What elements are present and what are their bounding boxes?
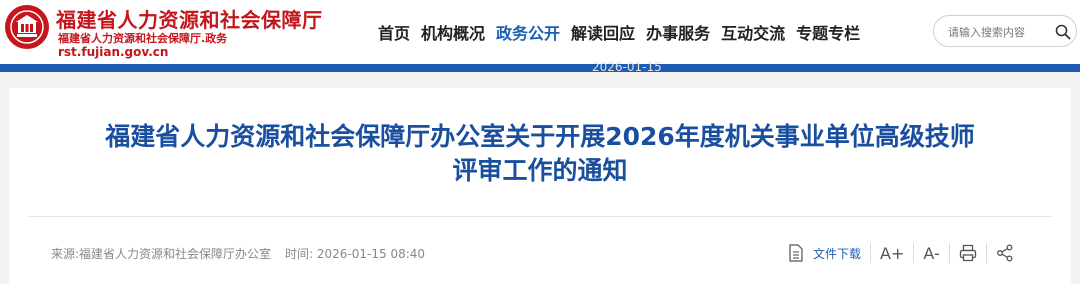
site-header: 福建省人力资源和社会保障厅 福建省人力资源和社会保障厅.政务 rst.fujia… bbox=[0, 0, 1080, 66]
file-icon bbox=[789, 244, 803, 262]
nav-item-services[interactable]: 办事服务 bbox=[646, 20, 710, 44]
print-icon bbox=[959, 244, 976, 262]
font-increase-icon: A+ bbox=[880, 243, 905, 263]
font-decrease-icon: A- bbox=[923, 243, 940, 263]
main-nav: 首页 机构概况 政务公开 解读回应 办事服务 互动交流 专题专栏 bbox=[378, 20, 871, 44]
article-title: 福建省人力资源和社会保障厅办公室关于开展2026年度机关事业单位高级技师 评审工… bbox=[9, 120, 1071, 188]
download-label: 文件下载 bbox=[813, 246, 862, 261]
share-icon bbox=[996, 244, 1013, 262]
article-title-line-1: 福建省人力资源和社会保障厅办公室关于开展2026年度机关事业单位高级技师 bbox=[105, 122, 975, 151]
nav-item-interpretation[interactable]: 解读回应 bbox=[571, 20, 635, 44]
nav-item-government-affairs[interactable]: 政务公开 bbox=[496, 20, 560, 44]
nav-item-about[interactable]: 机构概况 bbox=[421, 20, 485, 44]
site-domain: rst.fujian.gov.cn bbox=[58, 45, 169, 59]
article-meta: 来源:福建省人力资源和社会保障厅办公室 时间: 2026-01-15 08:40 bbox=[51, 245, 425, 262]
article-title-line-2: 评审工作的通知 bbox=[452, 156, 628, 185]
print-button[interactable] bbox=[959, 244, 977, 262]
tool-separator bbox=[913, 243, 915, 263]
download-button[interactable]: 文件下载 bbox=[789, 244, 861, 262]
font-decrease-button[interactable]: A- bbox=[923, 244, 939, 263]
share-button[interactable] bbox=[996, 244, 1014, 262]
nav-item-home[interactable]: 首页 bbox=[378, 20, 410, 44]
divider bbox=[29, 216, 1051, 217]
article-card: 福建省人力资源和社会保障厅办公室关于开展2026年度机关事业单位高级技师 评审工… bbox=[9, 88, 1071, 284]
article-tools: 文件下载 A+ A- bbox=[789, 240, 1014, 266]
tool-separator bbox=[985, 243, 987, 263]
search-input[interactable] bbox=[948, 23, 1048, 41]
emblem-logo-icon[interactable] bbox=[4, 4, 50, 50]
site-subtitle: 福建省人力资源和社会保障厅.政务 bbox=[58, 32, 228, 45]
nav-item-topics[interactable]: 专题专栏 bbox=[796, 20, 860, 44]
header-accent-bar: 2026-01-15 bbox=[0, 60, 1080, 74]
search-box bbox=[933, 15, 1077, 47]
tool-separator bbox=[870, 243, 872, 263]
nav-item-interaction[interactable]: 互动交流 bbox=[721, 20, 785, 44]
search-icon[interactable] bbox=[1055, 24, 1071, 40]
article-source: 来源:福建省人力资源和社会保障厅办公室 bbox=[51, 247, 272, 261]
site-name[interactable]: 福建省人力资源和社会保障厅 bbox=[56, 4, 323, 33]
font-increase-button[interactable]: A+ bbox=[880, 244, 904, 263]
tool-separator bbox=[948, 243, 950, 263]
faint-date: 2026-01-15 bbox=[592, 60, 662, 74]
article-time: 时间: 2026-01-15 08:40 bbox=[285, 247, 426, 261]
